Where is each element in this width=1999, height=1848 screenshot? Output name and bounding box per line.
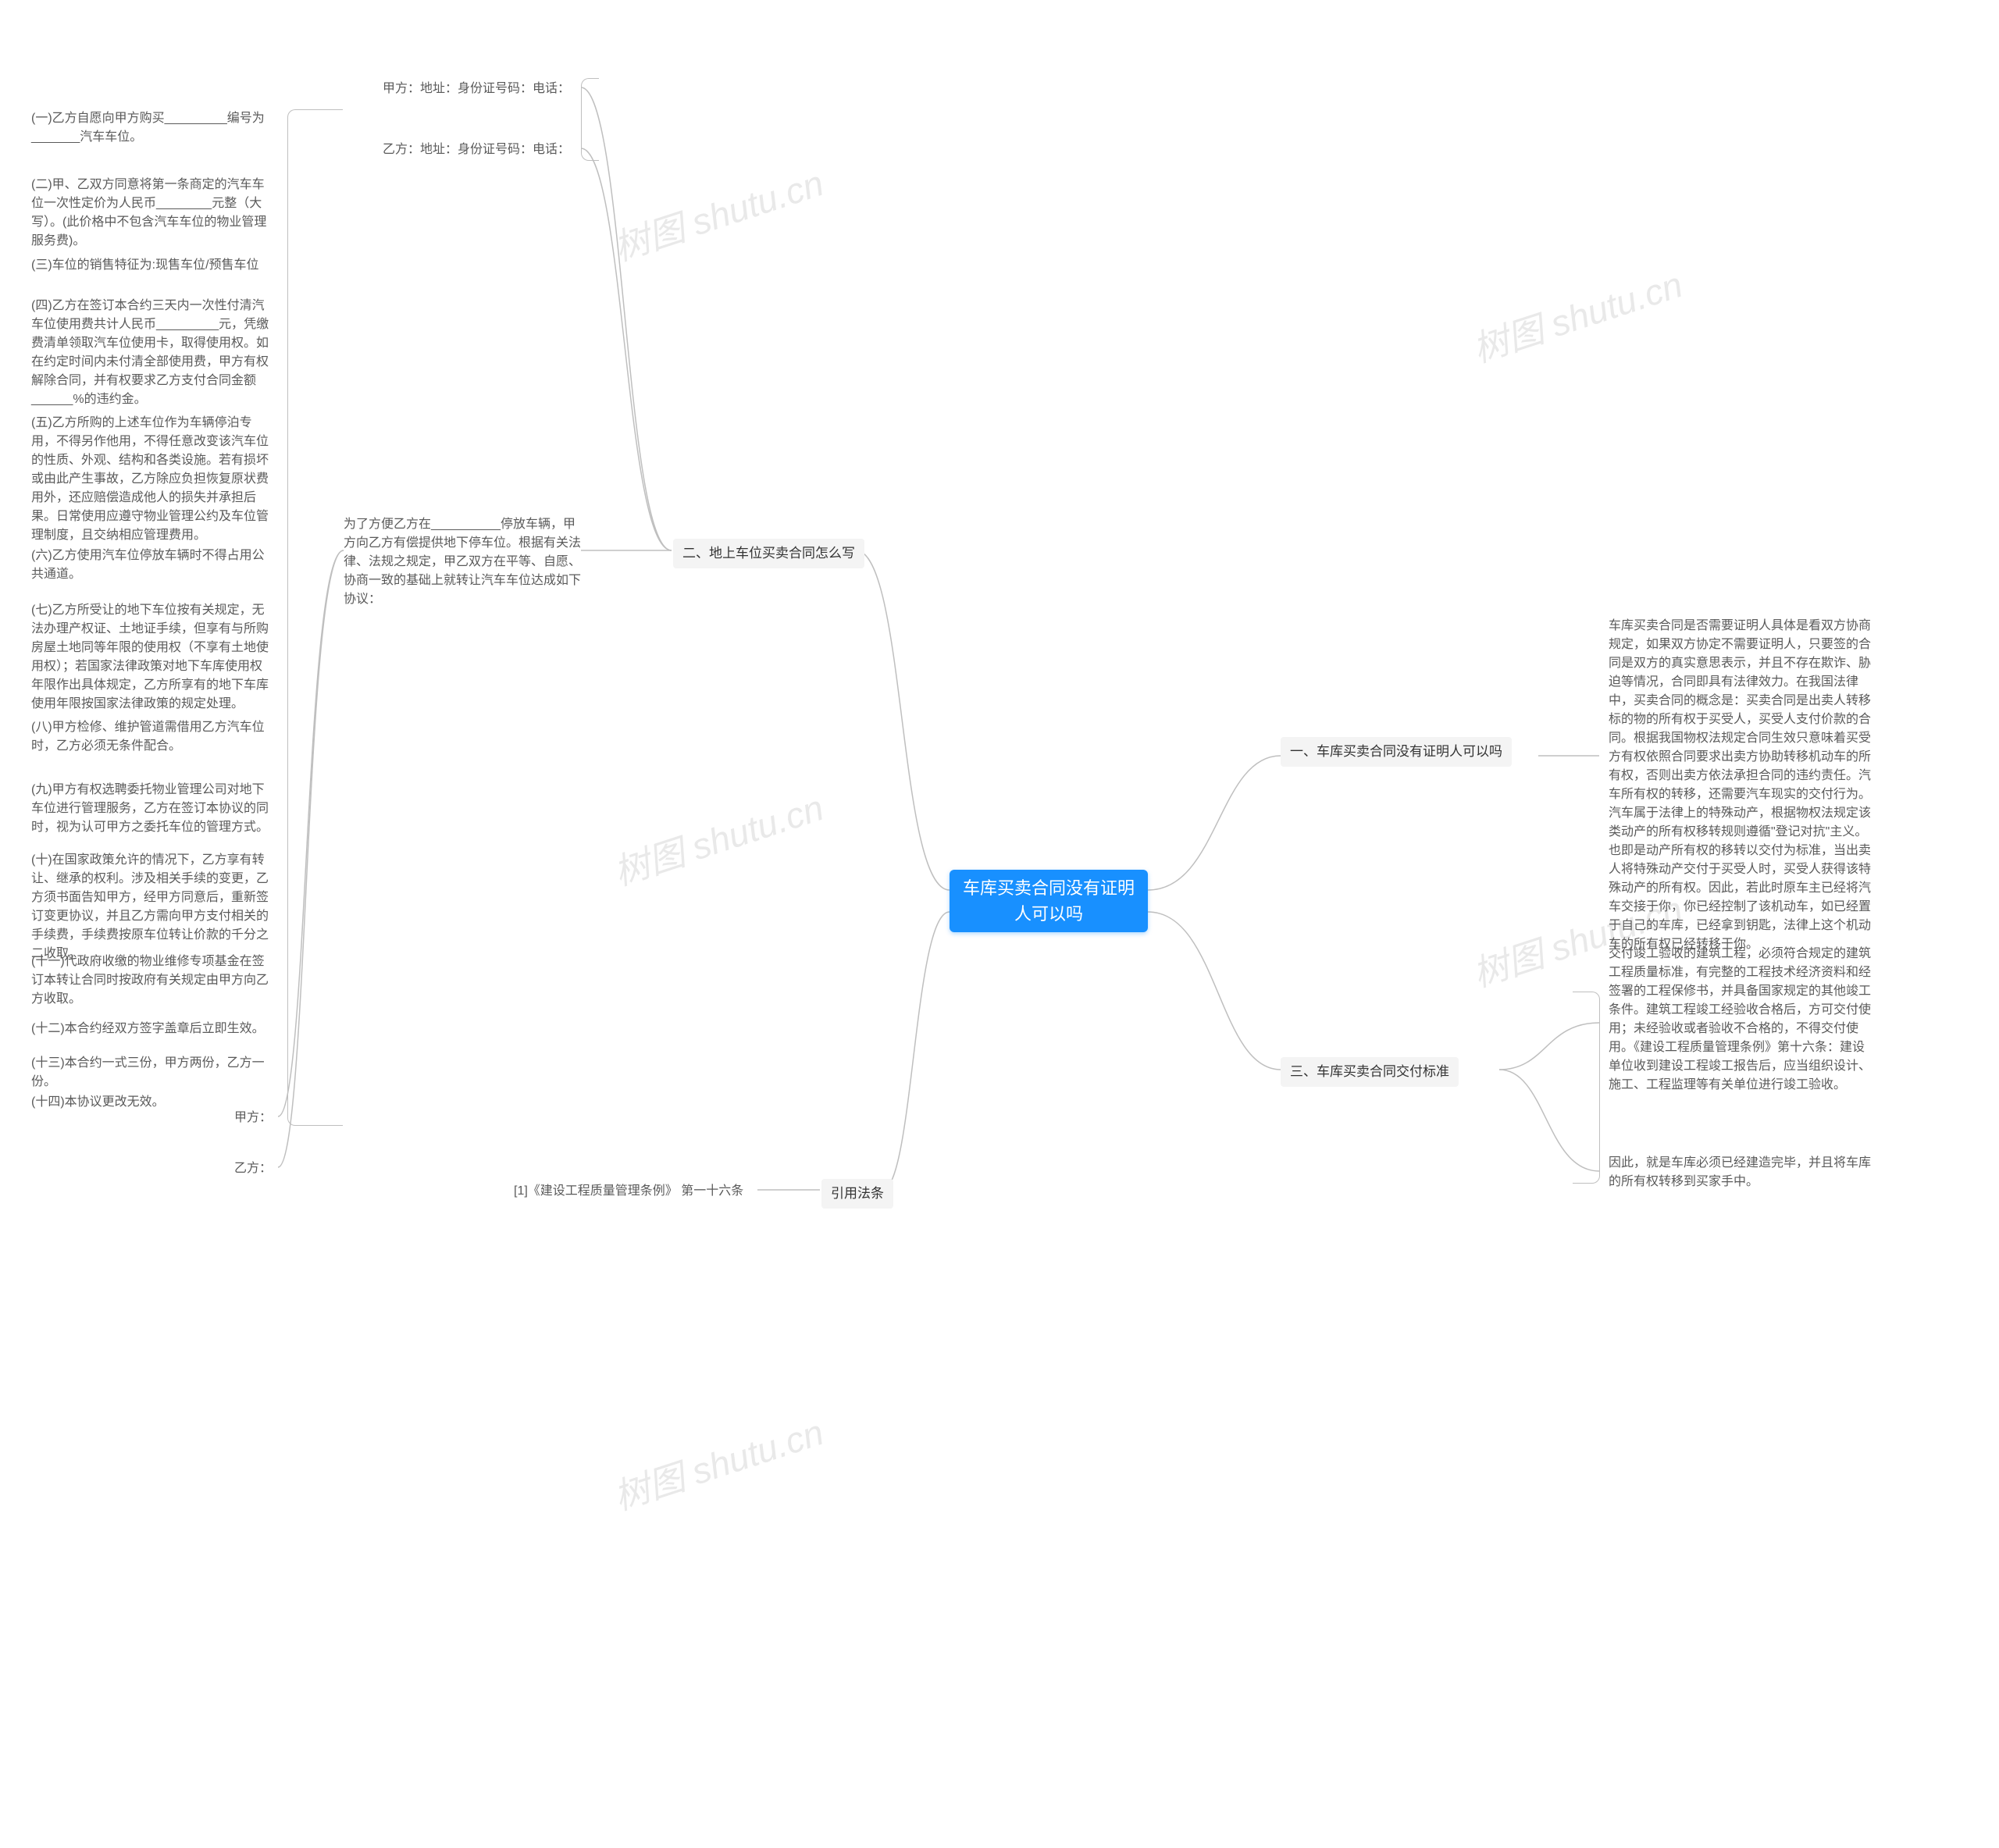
clause-8: (八)甲方检修、维护管道需借用乙方汽车位时，乙方必须无条件配合。 [31,718,273,756]
bracket-sec3 [1573,992,1600,1184]
clause-11: (十一)代政府收缴的物业维修专项基金在签订本转让合同时按政府有关规定由甲方向乙方… [31,952,273,1009]
section-3-body-1: 交付竣工验收的建筑工程，必须符合规定的建筑工程质量标准，有完整的工程技术经济资料… [1609,945,1874,1095]
section-1-label: 一、车库买卖合同没有证明人可以吗 [1290,744,1502,759]
section-3-body-2: 因此，就是车库必须已经建造完毕，并且将车库的所有权转移到买家手中。 [1609,1154,1874,1191]
root-label: 车库买卖合同没有证明人可以吗 [957,875,1140,927]
clause-12: (十二)本合约经双方签字盖章后立即生效。 [31,1020,273,1038]
clause-10: (十)在国家政策允许的情况下，乙方享有转让、继承的权利。涉及相关手续的变更，乙方… [31,851,273,963]
clause-7: (七)乙方所受让的地下车位按有关规定，无法办理产权证、土地证手续，但享有与所购房… [31,601,273,714]
watermark: 树图 shutu.cn [607,155,829,272]
s2-party-a: 甲方：地址：身份证号码：电话： [383,80,570,98]
clause-1: (一)乙方自愿向甲方购买_________编号为_______汽车车位。 [31,109,273,147]
bracket-parties-top [581,78,599,161]
clause-13: (十三)本合约一式三份，甲方两份，乙方一份。 [31,1054,273,1091]
section-refs[interactable]: 引用法条 [821,1179,893,1209]
clause-6: (六)乙方使用汽车位停放车辆时不得占用公共通道。 [31,547,273,584]
s2-party-b: 乙方：地址：身份证号码：电话： [383,141,570,159]
section-2[interactable]: 二、地上车位买卖合同怎么写 [673,539,864,568]
s2-intro: 为了方便乙方在__________停放车辆，甲方向乙方有偿提供地下停车位。根据有… [344,515,586,609]
section-1-body: 车库买卖合同是否需要证明人具体是看双方协商规定，如果双方协定不需要证明人，只要签… [1609,617,1874,954]
section-refs-label: 引用法条 [831,1186,884,1201]
watermark: 树图 shutu.cn [607,1405,829,1521]
sign-b: 乙方： [234,1159,272,1178]
watermark: 树图 shutu.cn [607,780,829,896]
watermark: 树图 shutu.cn [1466,257,1688,373]
section-3-label: 三、车库买卖合同交付标准 [1290,1064,1449,1079]
clause-2: (二)甲、乙双方同意将第一条商定的汽车车位一次性定价为人民币________元整… [31,176,273,251]
root-node[interactable]: 车库买卖合同没有证明人可以吗 [950,870,1148,932]
section-3[interactable]: 三、车库买卖合同交付标准 [1281,1057,1459,1087]
clause-3: (三)车位的销售特征为:现售车位/预售车位 [31,256,273,275]
clause-9: (九)甲方有权选聘委托物业管理公司对地下车位进行管理服务，乙方在签订本协议的同时… [31,781,273,837]
section-2-label: 二、地上车位买卖合同怎么写 [682,546,855,561]
bracket-clauses [287,109,343,1126]
clause-4: (四)乙方在签订本合约三天内一次性付清汽车位使用费共计人民币_________元… [31,297,273,409]
refs-item: [1]《建设工程质量管理条例》 第一十六条 [514,1182,743,1201]
section-1[interactable]: 一、车库买卖合同没有证明人可以吗 [1281,737,1512,767]
clause-5: (五)乙方所购的上述车位作为车辆停泊专用，不得另作他用，不得任意改变该汽车位的性… [31,414,273,545]
sign-a: 甲方： [234,1109,272,1127]
